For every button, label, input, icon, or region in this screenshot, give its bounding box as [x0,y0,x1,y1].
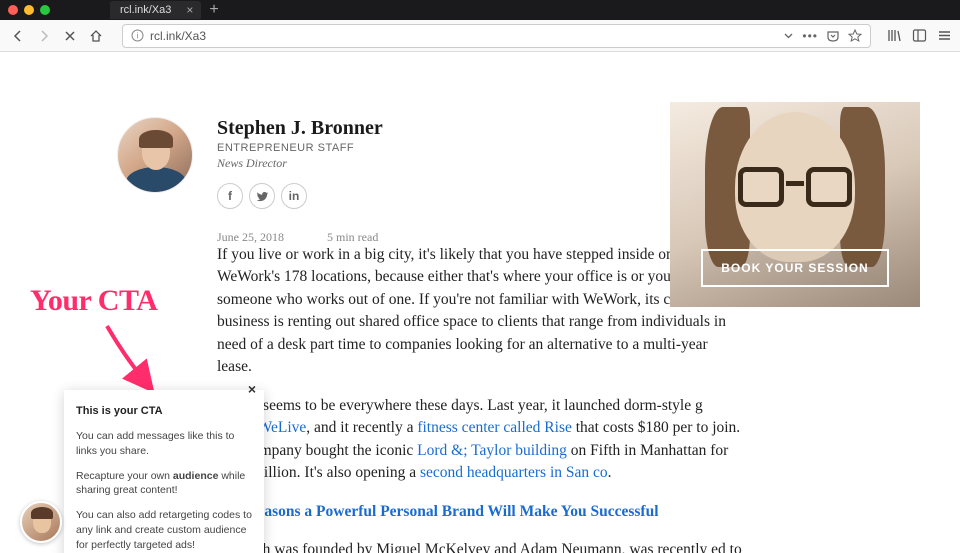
page-content: Your CTA Stephen J. Bronner ENTREPRENEUR… [0,52,960,553]
facebook-icon: f [228,189,232,203]
library-icon[interactable] [887,28,902,43]
close-window-icon[interactable] [8,5,18,15]
popup-msg-1: You can add messages like this to links … [76,429,252,458]
glasses-icon [738,167,852,209]
pocket-icon[interactable] [826,29,840,43]
chevron-down-icon[interactable] [783,30,794,41]
forward-icon [37,29,51,43]
article-meta: June 25, 2018 5 min read [217,230,378,245]
stop-button[interactable] [60,26,80,46]
author-name: Stephen J. Bronner [217,117,383,140]
new-tab-button[interactable]: + [209,1,218,19]
popup-close-button[interactable]: × [248,380,256,400]
annotation-label: Your CTA [30,284,157,318]
read-time: 5 min read [327,230,378,244]
chat-avatar[interactable] [20,501,62,543]
article-related: d: 8 Reasons a Powerful Personal Brand W… [217,501,742,523]
article-p2: mpany seems to be everywhere these days.… [217,395,742,485]
twitter-button[interactable] [249,183,275,209]
publish-date: June 25, 2018 [217,230,284,244]
back-button[interactable] [8,26,28,46]
linkedin-button[interactable]: in [281,183,307,209]
tab-title: rcl.ink/Xa3 [120,4,171,16]
popup-title: This is your CTA [76,404,252,419]
close-tab-icon[interactable]: × [186,3,193,17]
traffic-lights [8,5,50,15]
toolbar-right [887,28,952,43]
rise-link[interactable]: fitness center called Rise [417,419,572,436]
social-row: f in [217,183,383,209]
page-actions-icon[interactable]: ••• [802,29,818,43]
minimize-window-icon[interactable] [24,5,34,15]
lord-taylor-link[interactable]: Lord &; Taylor building [417,442,567,459]
book-session-button[interactable]: BOOK YOUR SESSION [701,249,888,287]
url-text: rcl.ink/Xa3 [150,29,206,43]
author-block: Stephen J. Bronner ENTREPRENEUR STAFF Ne… [217,117,383,209]
popup-msg-2: Recapture your own audience while sharin… [76,469,252,498]
browser-tab[interactable]: rcl.ink/Xa3 × [110,1,201,19]
home-icon [89,29,103,43]
stop-icon [64,30,76,42]
article-body: If you live or work in a big city, it's … [217,244,742,553]
menu-icon[interactable] [937,28,952,43]
back-icon [11,29,25,43]
twitter-icon [256,190,269,203]
author-title: News Director [217,156,383,171]
hero-image: BOOK YOUR SESSION [670,102,920,307]
linkedin-icon: in [289,189,300,203]
welive-link[interactable]: WeLive [258,419,307,436]
url-bar[interactable]: i rcl.ink/Xa3 ••• [122,24,871,48]
arrow-icon [95,322,165,397]
sf-hq-link[interactable]: second headquarters in San co [420,464,608,481]
related-link[interactable]: 8 Reasons a Powerful Personal Brand Will… [235,503,659,520]
article-p4: k, which was founded by Miguel McKelvey … [217,539,742,553]
svg-text:i: i [137,32,139,41]
popup-msg-3: You can also add retargeting codes to an… [76,508,252,552]
info-icon[interactable]: i [131,29,144,42]
urlbar-actions: ••• [783,29,862,43]
home-button[interactable] [86,26,106,46]
forward-button[interactable] [34,26,54,46]
author-avatar [117,117,193,193]
zoom-window-icon[interactable] [40,5,50,15]
cta-popup: × This is your CTA You can add messages … [64,390,264,553]
facebook-button[interactable]: f [217,183,243,209]
browser-toolbar: i rcl.ink/Xa3 ••• [0,20,960,52]
window-titlebar: rcl.ink/Xa3 × + [0,0,960,20]
sidebar-icon[interactable] [912,28,927,43]
article-p1: If you live or work in a big city, it's … [217,244,742,379]
star-icon[interactable] [848,29,862,43]
author-role: ENTREPRENEUR STAFF [217,142,383,154]
